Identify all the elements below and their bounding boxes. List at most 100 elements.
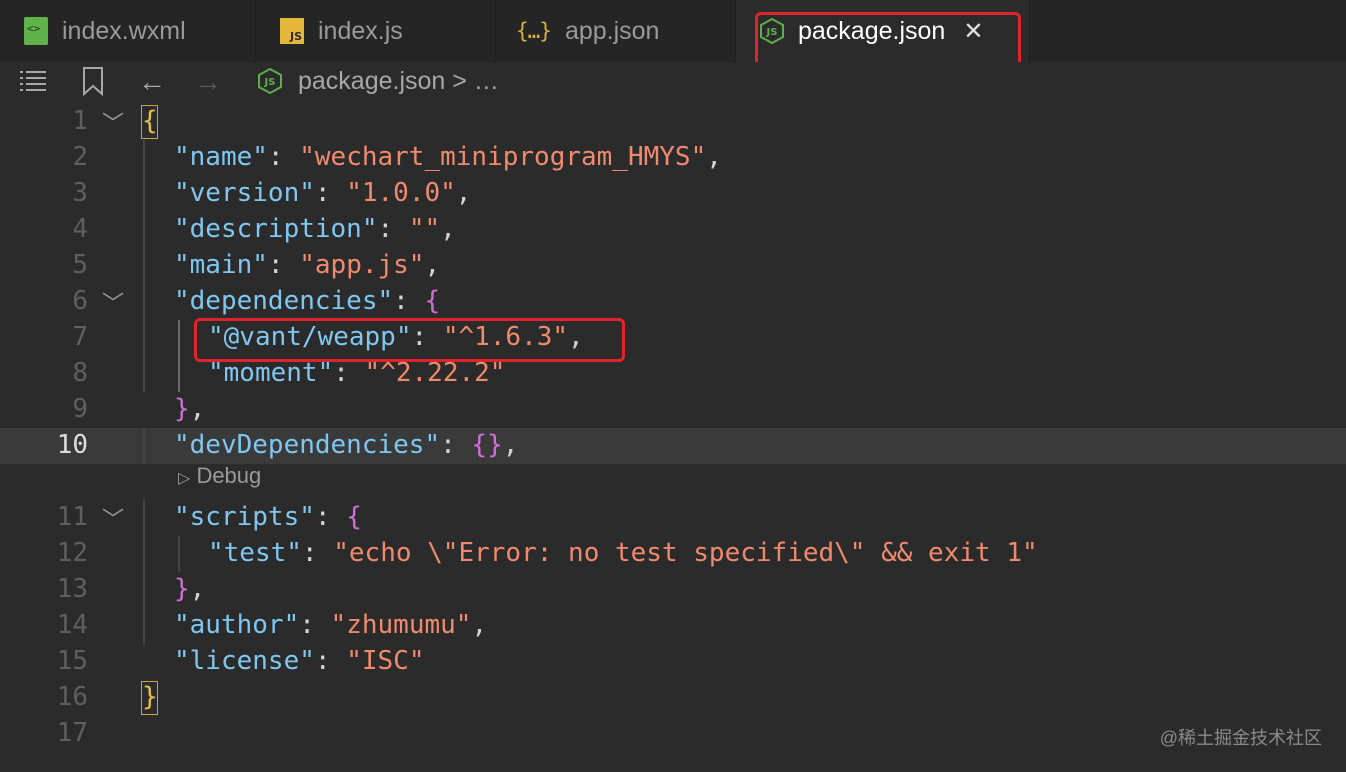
code-line: 12 "test": "echo \"Error: no test specif… [0,536,1346,572]
tab-index-wxml[interactable]: index.wxml [0,0,256,62]
json-key: "devDependencies" [174,430,441,460]
fold-chevron-icon[interactable]: ﹀ [102,286,124,318]
line-number: 17 [56,718,88,748]
fold-chevron-icon[interactable]: ﹀ [102,106,124,138]
svg-text:JS: JS [264,77,276,88]
tab-label: index.js [318,16,403,45]
comma: , [189,574,206,604]
json-key: "description" [174,214,378,244]
debug-codelens[interactable]: ▷ Debug [178,463,261,489]
line-number: 3 [72,178,88,208]
js-file-icon: JS [280,18,304,44]
line-number: 13 [56,574,88,604]
json-string: "echo \"Error: no test specified\" && ex… [333,538,1038,568]
code-line: 6 ﹀ "dependencies": { [0,284,1346,320]
back-arrow-icon[interactable]: ← [138,66,166,98]
debug-label: Debug [196,463,262,488]
json-string: "app.js" [299,250,425,280]
colon: : [440,430,472,460]
watermark: @稀土掘金技术社区 [1159,728,1322,748]
code-line: 2 "name": "wechart_miniprogram_HMYS", [0,140,1346,176]
close-brace: } [174,394,190,424]
bracket-match-highlight [141,105,158,139]
json-key: "moment" [208,358,334,388]
json-key: "author" [174,610,300,640]
json-empty-object: {} [471,430,503,460]
json-key: "license" [174,646,315,676]
comma: , [455,178,472,208]
line-number: 7 [72,322,88,352]
json-key: "dependencies" [174,286,394,316]
open-brace: { [424,286,441,316]
code-line: 3 "version": "1.0.0", [0,176,1346,212]
json-string: "" [408,214,441,244]
json-file-icon: {…} [516,19,552,43]
line-number: 10 [56,430,88,460]
code-line: 11 ﹀ "scripts": { [0,500,1346,536]
editor-tab-bar: index.wxml JS index.js {…} app.json JS p… [0,0,1346,62]
breadcrumb-file[interactable]: package.json > … [298,67,499,96]
tab-label: app.json [564,16,660,45]
code-line: 1 ﹀ { [0,104,1346,140]
comma: , [502,430,519,460]
colon: : [333,358,365,388]
json-string: "wechart_miniprogram_HMYS" [299,142,707,172]
line-number: 15 [56,646,88,676]
comma: , [440,214,456,244]
comma: , [424,250,441,280]
close-brace: } [174,574,190,604]
line-number: 6 [72,286,88,316]
code-line: 4 "description": "", [0,212,1346,248]
forward-arrow-icon[interactable]: → [194,66,222,98]
json-key: "scripts" [174,502,315,532]
line-number: 9 [72,394,88,424]
line-number: 12 [56,538,88,568]
colon: : [267,250,300,280]
line-number: 1 [72,106,88,136]
line-number: 4 [72,214,88,244]
wxml-file-icon [24,17,48,45]
code-editor[interactable]: 1 ﹀ { 2 "name": "wechart_miniprogram_HMY… [0,104,1346,772]
json-key: "version" [174,178,315,208]
code-line: 8 "moment": "^2.22.2" [0,356,1346,392]
line-number: 11 [56,502,88,532]
code-line: 14 "author": "zhumumu", [0,608,1346,644]
colon: : [301,538,334,568]
indent-guide [143,428,145,464]
open-brace: { [346,502,362,532]
code-line: 15 "license": "ISC" [0,644,1346,680]
colon: : [314,502,347,532]
colon: : [314,178,347,208]
tab-app-json[interactable]: {…} app.json [496,0,736,62]
json-string: "^2.22.2" [364,358,506,388]
breadcrumb: ← → JS package.json > … [0,62,1346,104]
line-number: 2 [72,142,88,172]
json-key: "test" [208,538,302,568]
json-key: "main" [174,250,268,280]
fold-chevron-icon[interactable]: ﹀ [102,502,124,534]
bookmark-icon[interactable] [82,66,104,103]
comma: , [189,394,206,424]
line-number: 5 [72,250,88,280]
code-line: 9 }, [0,392,1346,428]
json-string: "1.0.0" [346,178,456,208]
bracket-match-highlight [141,681,158,715]
breadcrumb-file-label: package.json [298,67,446,95]
json-key: "name" [174,142,268,172]
tab-index-js[interactable]: JS index.js [256,0,496,62]
colon: : [393,286,425,316]
code-line: 17 [0,716,1346,752]
tab-label: index.wxml [62,16,186,45]
line-number: 14 [56,610,88,640]
colon: : [299,610,331,640]
colon: : [314,646,347,676]
play-icon: ▷ [178,470,191,487]
list-icon[interactable] [18,66,48,101]
code-line: 5 "main": "app.js", [0,248,1346,284]
breadcrumb-trail: > … [452,67,499,95]
code-line-current: 10 "devDependencies": {}, [0,428,1346,464]
node-file-icon: JS [258,67,282,101]
line-number: 16 [56,682,88,712]
json-string: "ISC" [346,646,425,676]
comma: , [471,610,488,640]
